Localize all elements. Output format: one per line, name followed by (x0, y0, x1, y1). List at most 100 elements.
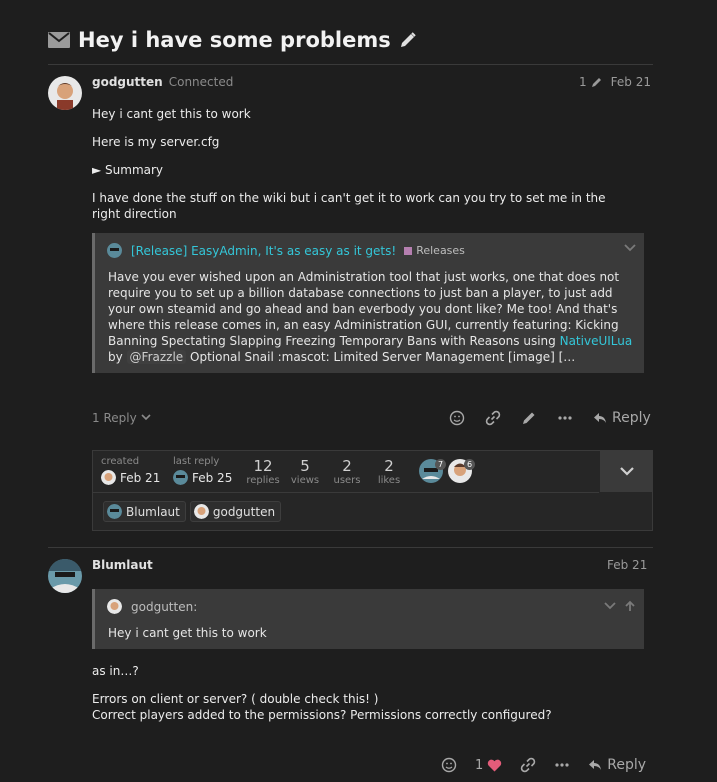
avatar-blumlaut[interactable] (48, 559, 82, 593)
onebox-text-pre: Have you ever wished upon an Administrat… (108, 270, 620, 348)
user-chip-blumlaut[interactable]: Blumlaut (103, 501, 186, 522)
participant-post-count: 7 (435, 459, 447, 470)
chip-avatar (107, 504, 122, 519)
stat-replies: 12 replies (245, 457, 281, 486)
emoji-reaction-icon[interactable] (449, 410, 465, 426)
last-reply-label: last reply (173, 456, 220, 467)
chip-username: Blumlaut (126, 504, 180, 519)
post2-quote: godgutten: Hey i cant get this to work (92, 589, 644, 649)
like-count: 1 (475, 757, 484, 773)
post1-actions: Reply (449, 410, 651, 426)
share-link-icon[interactable] (485, 410, 501, 426)
category-name: Releases (416, 244, 465, 257)
more-options-icon[interactable] (554, 757, 570, 773)
post2-line-1: as in…? (92, 664, 139, 678)
topic-stats: 12 replies 5 views 2 users 2 likes (245, 457, 407, 486)
last-reply-section: last reply Feb 25 (173, 456, 232, 485)
edit-history-pencil-icon[interactable] (591, 76, 603, 88)
post1-header: godgutten Connected (92, 75, 233, 89)
stat-replies-label: replies (246, 475, 280, 486)
emoji-reaction-icon[interactable] (441, 757, 457, 773)
post-divider (48, 547, 653, 548)
reply-arrow-icon (594, 413, 606, 423)
stat-views: 5 views (287, 457, 323, 486)
title-divider (48, 64, 653, 65)
user-chip-godgutten[interactable]: godgutten (189, 501, 282, 522)
post1-paragraph: I have done the stuff on the wiki but i … (92, 191, 606, 221)
stat-likes: 2 likes (371, 457, 407, 486)
replies-toggle[interactable]: 1 Reply (92, 411, 151, 425)
post2-reply-button[interactable]: Reply (588, 757, 646, 773)
mention-frazzle[interactable]: @Frazzle (126, 350, 187, 364)
onebox-quote: [Release] EasyAdmin, It's as easy as it … (92, 233, 644, 373)
onebox-text-by: by (108, 350, 127, 364)
quote-author: godgutten: (131, 599, 198, 614)
stat-likes-num: 2 (384, 457, 394, 475)
post1-user-status: Connected (168, 75, 234, 89)
post1-line-1: Hey i cant get this to work (92, 107, 251, 121)
edit-pencil-icon[interactable] (521, 410, 537, 426)
post2-reply-label: Reply (607, 757, 647, 773)
avatar-godgutten[interactable] (48, 76, 82, 110)
stat-replies-num: 12 (253, 457, 273, 475)
post2-username[interactable]: Blumlaut (92, 558, 153, 572)
created-section: created Feb 21 (101, 456, 160, 485)
stat-views-num: 5 (300, 457, 310, 475)
stat-users-num: 2 (342, 457, 352, 475)
chevron-down-icon[interactable] (604, 601, 616, 611)
stat-users-label: users (333, 475, 361, 486)
arrow-up-icon[interactable] (624, 600, 636, 612)
creator-avatar[interactable] (101, 470, 116, 485)
replies-count-label: 1 Reply (92, 411, 137, 425)
topic-map-expand-button[interactable] (600, 451, 652, 492)
created-date[interactable]: Feb 21 (120, 471, 160, 485)
post2-date[interactable]: Feb 21 (607, 558, 647, 572)
participant-godgutten[interactable]: 6 (448, 459, 478, 483)
chevron-down-icon[interactable] (624, 243, 636, 253)
post1-reply-label: Reply (612, 410, 651, 426)
post1-line-2: Here is my server.cfg (92, 135, 220, 149)
summary-toggle[interactable]: ► Summary (92, 162, 163, 178)
nativeui-link[interactable]: NativeUILua (560, 334, 633, 348)
chip-username: godgutten (212, 504, 276, 519)
edit-title-pencil-icon[interactable] (399, 31, 417, 49)
last-reply-date[interactable]: Feb 25 (192, 471, 232, 485)
stat-users: 2 users (329, 457, 365, 486)
onebox-text-post: Optional Snail :mascot: Limited Server M… (186, 350, 576, 364)
topic-map: created Feb 21 last reply Feb 25 12 repli… (92, 450, 653, 531)
message-envelope-icon (48, 32, 70, 48)
post1-edit-count[interactable]: 1 (579, 75, 587, 89)
chevron-down-icon (620, 467, 634, 476)
reply-arrow-icon (589, 760, 602, 770)
quote-author-avatar[interactable] (107, 599, 122, 614)
category-badge[interactable]: Releases (404, 244, 465, 257)
post1-meta: 1 Feb 21 (579, 75, 651, 89)
share-link-icon[interactable] (520, 757, 536, 773)
more-options-icon[interactable] (557, 410, 573, 426)
chip-avatar (193, 504, 209, 519)
post2-actions: 1 Reply (441, 757, 646, 773)
last-replier-avatar[interactable] (173, 470, 188, 485)
like-button[interactable]: 1 (475, 758, 502, 773)
category-color-square (404, 246, 413, 255)
created-label: created (101, 456, 140, 467)
post2-line-3: Correct players added to the permissions… (92, 708, 552, 722)
stat-views-label: views (290, 475, 320, 486)
heart-icon (488, 759, 502, 771)
topic-map-divider (93, 492, 599, 493)
post1-reply-button[interactable]: Reply (593, 410, 651, 426)
onebox-avatar-icon (107, 243, 122, 258)
participant-blumlaut[interactable]: 7 (419, 459, 449, 483)
post1-date[interactable]: Feb 21 (611, 75, 651, 89)
quote-text: Hey i cant get this to work (108, 626, 267, 640)
chevron-down-icon (141, 414, 151, 421)
topic-title-text: Hey i have some problems (78, 28, 391, 52)
participant-post-count: 6 (464, 459, 476, 470)
topic-map-links: Blumlaut godgutten (103, 501, 282, 522)
post1-username[interactable]: godgutten (92, 75, 163, 89)
topic-title: Hey i have some problems (48, 28, 417, 52)
onebox-title-link[interactable]: [Release] EasyAdmin, It's as easy as it … (131, 244, 396, 258)
stat-likes-label: likes (377, 475, 401, 486)
post2-line-2: Errors on client or server? ( double che… (92, 692, 379, 706)
onebox-excerpt: Have you ever wished upon an Administrat… (108, 269, 638, 365)
